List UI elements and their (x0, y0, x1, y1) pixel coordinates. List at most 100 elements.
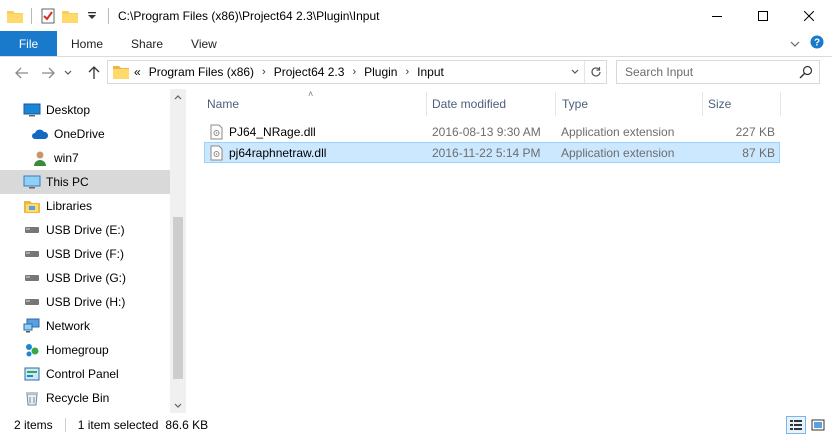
libraries-icon (23, 198, 41, 214)
nav-item-network[interactable]: Network (0, 314, 170, 338)
folder-icon (110, 65, 132, 79)
details-view-button[interactable] (786, 416, 806, 434)
file-date: 2016-11-22 5:14 PM (432, 146, 541, 160)
chevron-right-icon[interactable]: › (405, 66, 409, 78)
column-header-date[interactable]: Date modified (432, 92, 552, 116)
status-item-count: 2 items (14, 418, 53, 432)
properties-icon[interactable] (39, 6, 57, 26)
column-header-size[interactable]: Size (708, 92, 778, 116)
nav-item-desktop[interactable]: Desktop (0, 98, 170, 122)
new-folder-icon[interactable] (61, 6, 79, 26)
breadcrumb-project64[interactable]: Project64 2.3 (274, 65, 345, 79)
folder-icon (6, 6, 24, 26)
recycle-bin-icon (23, 390, 41, 406)
nav-item-user[interactable]: win7 (0, 146, 170, 170)
file-row[interactable]: PJ64_NRage.dll 2016-08-13 9:30 AM Applic… (204, 121, 780, 142)
file-name: PJ64_NRage.dll (229, 125, 316, 139)
scroll-down-arrow-icon[interactable] (170, 397, 186, 413)
column-header-name[interactable]: Name (207, 92, 412, 116)
status-divider (64, 418, 66, 432)
status-selection-size: 86.6 KB (165, 418, 209, 432)
file-size: 227 KB (735, 125, 775, 139)
file-row-selected[interactable]: pj64raphnetraw.dll 2016-11-22 5:14 PM Ap… (204, 142, 780, 163)
homegroup-icon (23, 342, 41, 358)
toolbar-separator (31, 7, 32, 24)
help-icon[interactable]: ? (810, 35, 824, 52)
navigation-scrollbar[interactable] (170, 89, 186, 413)
breadcrumb-program-files[interactable]: Program Files (x86) (149, 65, 254, 79)
forward-button[interactable] (37, 62, 59, 84)
search-box (616, 60, 820, 84)
usb-drive-icon (23, 222, 41, 238)
tab-home[interactable]: Home (57, 31, 117, 56)
breadcrumb-input[interactable]: Input (417, 65, 444, 79)
close-button[interactable] (786, 0, 832, 31)
nav-item-label: USB Drive (F:) (46, 247, 124, 261)
nav-item-label: USB Drive (E:) (46, 223, 125, 237)
address-bar-end (566, 61, 606, 83)
usb-drive-icon (23, 270, 41, 286)
nav-item-homegroup[interactable]: Homegroup (0, 338, 170, 362)
usb-drive-icon (23, 246, 41, 262)
window-title: C:\Program Files (x86)\Project64 2.3\Plu… (118, 8, 380, 23)
network-icon (23, 318, 41, 334)
nav-item-usb-f[interactable]: USB Drive (F:) (0, 242, 170, 266)
tab-share[interactable]: Share (117, 31, 177, 56)
nav-item-onedrive[interactable]: OneDrive (0, 122, 170, 146)
column-divider[interactable] (702, 92, 703, 116)
breadcrumb-plugin[interactable]: Plugin (364, 65, 397, 79)
ribbon-tabs: File Home Share View ? (0, 31, 832, 57)
address-bar[interactable]: « Program Files (x86) › Project64 2.3 › … (107, 60, 607, 84)
nav-item-usb-e[interactable]: USB Drive (E:) (0, 218, 170, 242)
back-button[interactable] (11, 62, 33, 84)
status-selection: 1 item selected (77, 418, 159, 432)
nav-item-label: Control Panel (46, 367, 119, 381)
navigation-tree: Desktop OneDrive win7 This PC Libraries (0, 98, 170, 410)
this-pc-icon (23, 174, 41, 190)
dll-file-icon (210, 145, 223, 164)
nav-item-usb-h[interactable]: USB Drive (H:) (0, 290, 170, 314)
tab-view[interactable]: View (177, 31, 231, 56)
search-icon[interactable] (799, 65, 813, 82)
nav-item-libraries[interactable]: Libraries (0, 194, 170, 218)
navigation-bar: « Program Files (x86) › Project64 2.3 › … (0, 57, 832, 89)
nav-item-label: Network (46, 319, 91, 333)
nav-item-label: win7 (54, 151, 79, 165)
refresh-button[interactable] (584, 61, 606, 83)
nav-item-this-pc[interactable]: This PC (0, 170, 170, 194)
nav-item-label: Homegroup (46, 343, 109, 357)
large-icons-view-button[interactable] (808, 416, 828, 434)
scrollbar-thumb[interactable] (173, 217, 183, 379)
column-divider[interactable] (555, 92, 556, 116)
file-name: pj64raphnetraw.dll (229, 146, 327, 160)
tab-file[interactable]: File (0, 31, 57, 56)
recent-locations-dropdown[interactable] (61, 62, 75, 84)
control-panel-icon (23, 366, 41, 382)
address-history-dropdown[interactable] (566, 61, 584, 83)
customize-toolbar-dropdown-icon[interactable] (83, 6, 101, 26)
maximize-button[interactable] (740, 0, 786, 31)
nav-item-label: Recycle Bin (46, 391, 110, 405)
usb-drive-icon (23, 294, 41, 310)
status-bar: 2 items 1 item selected 86.6 KB (0, 413, 832, 437)
file-type: Application extension (561, 146, 675, 160)
title-bar: C:\Program Files (x86)\Project64 2.3\Plu… (0, 0, 832, 31)
up-button[interactable] (83, 62, 105, 84)
expand-ribbon-chevron-icon[interactable] (790, 37, 800, 51)
column-divider[interactable] (780, 92, 781, 116)
column-header-type[interactable]: Type (562, 92, 702, 116)
onedrive-icon (31, 126, 49, 142)
nav-item-label: OneDrive (54, 127, 105, 141)
minimize-button[interactable] (694, 0, 740, 31)
chevron-right-icon[interactable]: › (262, 66, 266, 78)
column-divider[interactable] (426, 92, 427, 116)
nav-item-control-panel[interactable]: Control Panel (0, 362, 170, 386)
search-input[interactable] (617, 62, 793, 82)
view-switcher (786, 416, 828, 434)
chevron-right-icon[interactable]: › (352, 66, 356, 78)
breadcrumb-overflow[interactable]: « (134, 65, 141, 79)
nav-item-usb-g[interactable]: USB Drive (G:) (0, 266, 170, 290)
scroll-up-arrow-icon[interactable] (170, 89, 186, 105)
navigation-pane: Desktop OneDrive win7 This PC Libraries (0, 89, 186, 413)
nav-item-recycle-bin[interactable]: Recycle Bin (0, 386, 170, 410)
